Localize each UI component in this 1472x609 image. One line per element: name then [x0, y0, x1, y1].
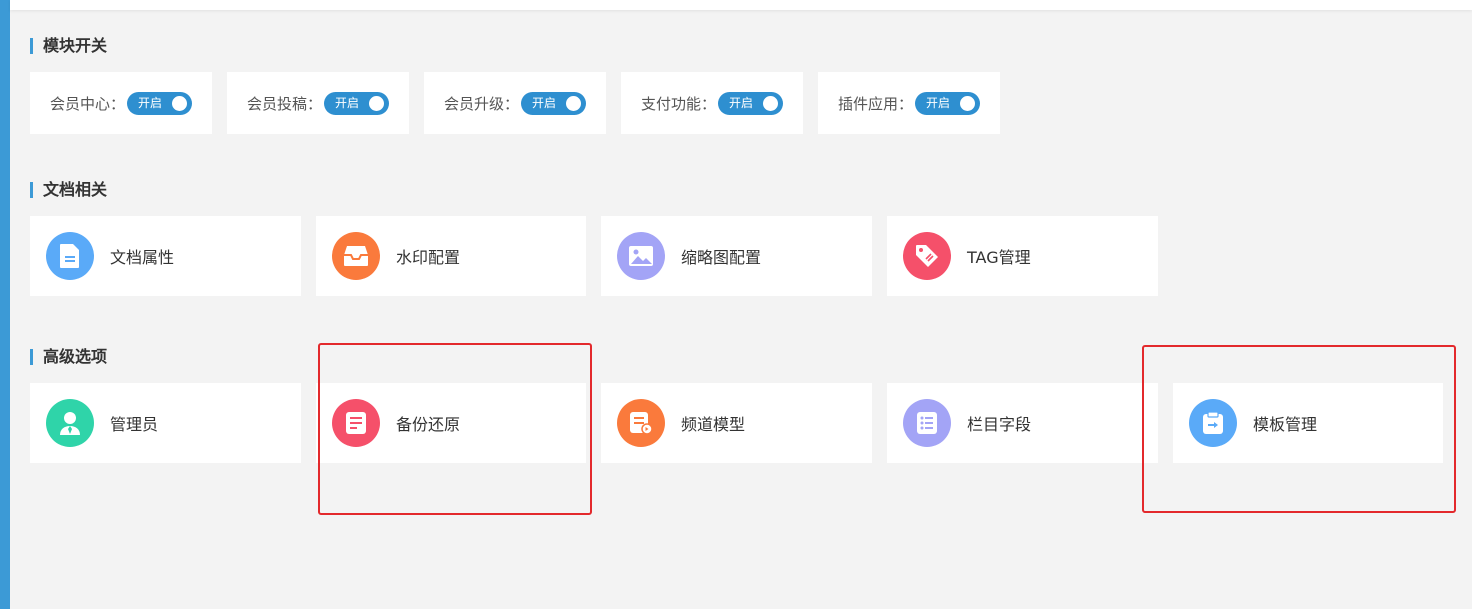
list-icon	[903, 399, 951, 447]
plugins-toggle[interactable]: 开启	[915, 91, 981, 115]
switch-label: 会员投稿：	[247, 94, 323, 113]
tile-document-attributes[interactable]: 文档属性	[30, 216, 301, 296]
switch-label: 会员升级：	[444, 94, 520, 113]
section-title-modules: 模块开关	[30, 37, 107, 55]
switch-label: 插件应用：	[838, 94, 914, 113]
toggle-state: 开启	[926, 95, 951, 110]
toggle-state: 开启	[532, 95, 557, 110]
inbox-icon	[332, 232, 380, 280]
channel-model-icon	[617, 399, 665, 447]
member-submission-toggle[interactable]: 开启	[324, 91, 390, 115]
top-bar	[10, 0, 1472, 10]
tile-tag-management[interactable]: TAG管理	[887, 216, 1158, 296]
toggle-state: 开启	[729, 95, 754, 110]
highlight-box-backup	[318, 343, 592, 515]
tile-channel-model[interactable]: 频道模型	[601, 383, 872, 463]
tile-label: 缩略图配置	[681, 248, 762, 267]
section-title-advanced: 高级选项	[30, 348, 107, 366]
switch-card-payment: 支付功能： 开启	[621, 72, 803, 134]
tile-watermark-config[interactable]: 水印配置	[316, 216, 586, 296]
left-sidebar-strip	[0, 0, 10, 609]
tile-thumbnail-config[interactable]: 缩略图配置	[601, 216, 872, 296]
toggle-state: 开启	[138, 95, 163, 110]
toggle-knob	[763, 95, 779, 111]
tile-label: 水印配置	[396, 248, 461, 267]
switch-card-member-upgrade: 会员升级： 开启	[424, 72, 606, 134]
switch-card-plugins: 插件应用： 开启	[818, 72, 1000, 134]
toggle-knob	[369, 95, 385, 111]
toggle-state: 开启	[335, 95, 360, 110]
switch-label: 支付功能：	[641, 94, 717, 113]
toggle-knob	[566, 95, 582, 111]
tile-label: 文档属性	[110, 248, 175, 267]
member-center-toggle[interactable]: 开启	[127, 91, 193, 115]
tile-label: 管理员	[110, 415, 159, 434]
member-upgrade-toggle[interactable]: 开启	[521, 91, 587, 115]
switch-card-member-submission: 会员投稿： 开启	[227, 72, 409, 134]
user-icon	[46, 399, 94, 447]
tile-label: TAG管理	[967, 248, 1031, 267]
tile-column-fields[interactable]: 栏目字段	[887, 383, 1158, 463]
highlight-box-template	[1142, 345, 1456, 513]
document-icon	[46, 232, 94, 280]
switch-card-member-center: 会员中心： 开启	[30, 72, 212, 134]
toggle-knob	[172, 95, 188, 111]
tile-administrators[interactable]: 管理员	[30, 383, 301, 463]
tile-label: 频道模型	[681, 415, 746, 434]
switch-label: 会员中心：	[50, 94, 126, 113]
toggle-knob	[960, 95, 976, 111]
image-icon	[617, 232, 665, 280]
section-title-documents: 文档相关	[30, 181, 107, 199]
payment-toggle[interactable]: 开启	[718, 91, 784, 115]
tile-label: 栏目字段	[967, 415, 1032, 434]
tag-icon	[903, 232, 951, 280]
